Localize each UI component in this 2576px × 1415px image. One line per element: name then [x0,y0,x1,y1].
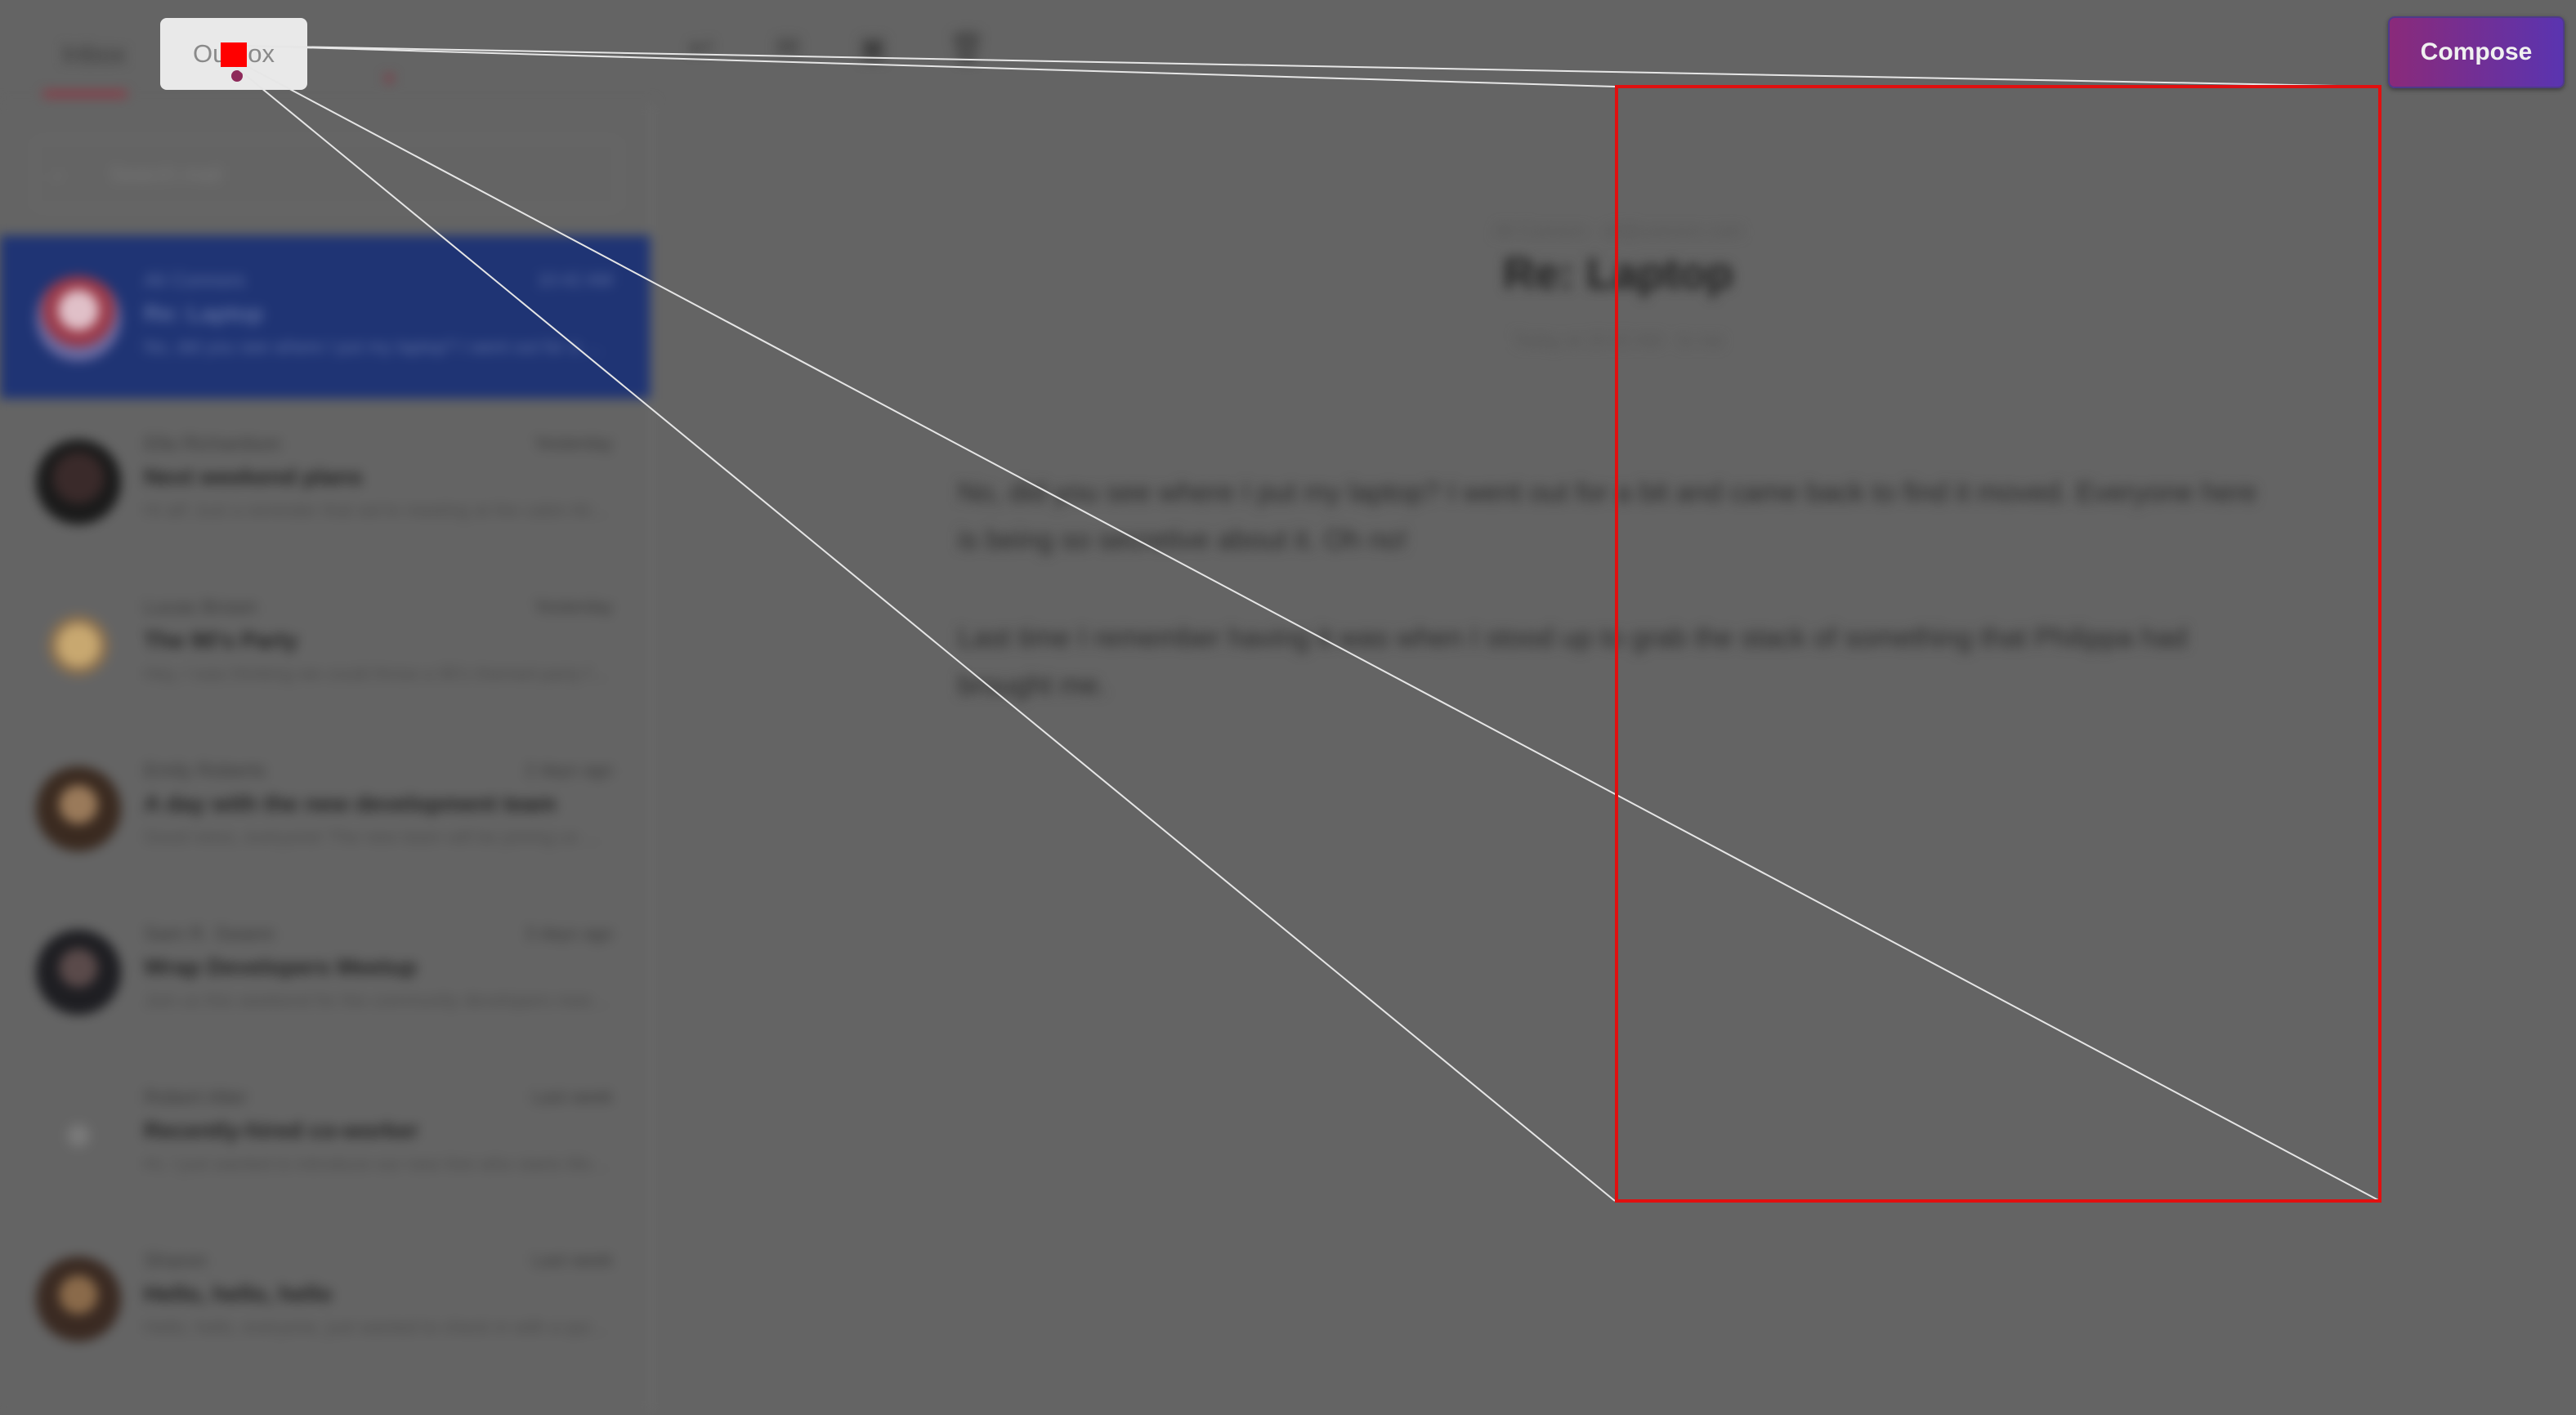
email-body: No, did you see where I put my laptop? I… [958,469,2265,760]
email-subject: Re: Laptop [144,301,264,326]
email-sender: Lucas Brown [144,596,257,618]
email-sender: Sam R. Swann [144,923,275,945]
avatar [36,603,121,688]
avatar [36,1093,121,1178]
tab-inbox[interactable]: Inbox [33,18,155,90]
email-subject: A day with the new development team [144,791,557,816]
email-preview: Hi, I just wanted to introduce our new h… [144,1154,610,1174]
avatar [36,1257,121,1341]
email-date: 2 days ago [525,760,613,780]
list-item[interactable]: Emily Roberts 2 days ago A day with the … [0,725,654,889]
email-subject: Hello, hello, hello [144,1281,333,1306]
avatar [36,276,121,361]
tab-inbox-underline [42,92,127,96]
avatar [36,440,121,524]
search-placeholder: Search mail [110,161,222,186]
email-header-meta: Ali Connors · ali@connors.com [1494,221,1742,241]
email-preview: Hey, I was thinking we could throw a 90'… [144,663,610,684]
email-preview: No, did you see where I put my laptop? I… [144,337,610,357]
email-date: Last week [531,1250,613,1270]
email-paragraph: Last time I remember having it was when … [958,623,2188,701]
archive-icon[interactable]: ▣ [856,31,889,64]
email-title: Re: Laptop [1503,249,1733,298]
email-preview: Hi all! Just a reminder that we're meeti… [144,500,610,520]
list-item[interactable]: Sam R. Swann 3 days ago Wrap Developers … [0,889,654,1052]
list-item[interactable]: Lucas Brown Yesterday The 90's Party Hey… [0,562,654,725]
email-date: Yesterday [533,596,613,617]
list-item[interactable]: Ella Richardson Yesterday Next weekend p… [0,399,654,562]
email-subject: The 90's Party [144,627,298,653]
email-preview: Hello, hello, everyone, just wanted to c… [144,1317,610,1337]
email-sender: Emily Roberts [144,760,266,782]
avatar [36,766,121,851]
email-subject: Next weekend plans [144,464,363,489]
tab-inbox-label: Inbox [61,38,127,69]
delete-icon[interactable]: 🗑 [948,31,986,64]
top-bar: Inbox ▾ ↩ ✉ ▣ 🗑 [0,0,2576,101]
email-date: 10:42 AM [537,270,613,290]
email-date: 3 days ago [525,923,613,944]
list-item[interactable]: Ali Connors 10:42 AM Re: Laptop No, did … [0,235,654,399]
avatar [36,930,121,1015]
notification-icon: ▾ [384,68,395,90]
search-input[interactable]: Search mail [34,139,619,209]
email-sender: Sharon [144,1250,208,1272]
compose-button-label: Compose [2420,38,2533,65]
forward-icon[interactable]: ✉ [771,31,804,64]
email-date: Last week [531,1087,613,1107]
email-subject: Recently-hired co-worker [144,1118,419,1143]
list-item[interactable]: Sharon Last week Hello, hello, hello Hel… [0,1216,654,1379]
email-preview: Join us this weekend for the community d… [144,990,610,1011]
compose-button[interactable]: Compose [2388,16,2565,88]
email-sender: Ali Connors [144,270,246,292]
email-paragraph: No, did you see where I put my laptop? I… [958,477,2257,556]
email-subject: Wrap Developers Meetup [144,954,418,980]
mail-app: Inbox ▾ ↩ ✉ ▣ 🗑 ⌕ Search mail Ali Connor… [0,0,2576,1415]
reading-pane: Ali Connors · ali@connors.com Re: Laptop… [654,101,2576,1415]
reply-icon[interactable]: ↩ [685,31,718,64]
tab-outbox-label: Outbox [193,39,275,68]
email-date: Yesterday [533,433,613,453]
email-sender: Ella Richardson [144,433,282,455]
mail-list-sidebar: ⌕ Search mail Ali Connors 10:42 AM Re: L… [0,101,654,1415]
unread-dot [231,70,243,82]
email-sender: Robert Alter [144,1087,248,1109]
email-preview: Good news, everyone! The new team will b… [144,827,610,847]
email-timestamp: Today at 10:42 AM · to me [1513,330,1724,350]
list-item[interactable]: Robert Alter Last week Recently-hired co… [0,1052,654,1216]
